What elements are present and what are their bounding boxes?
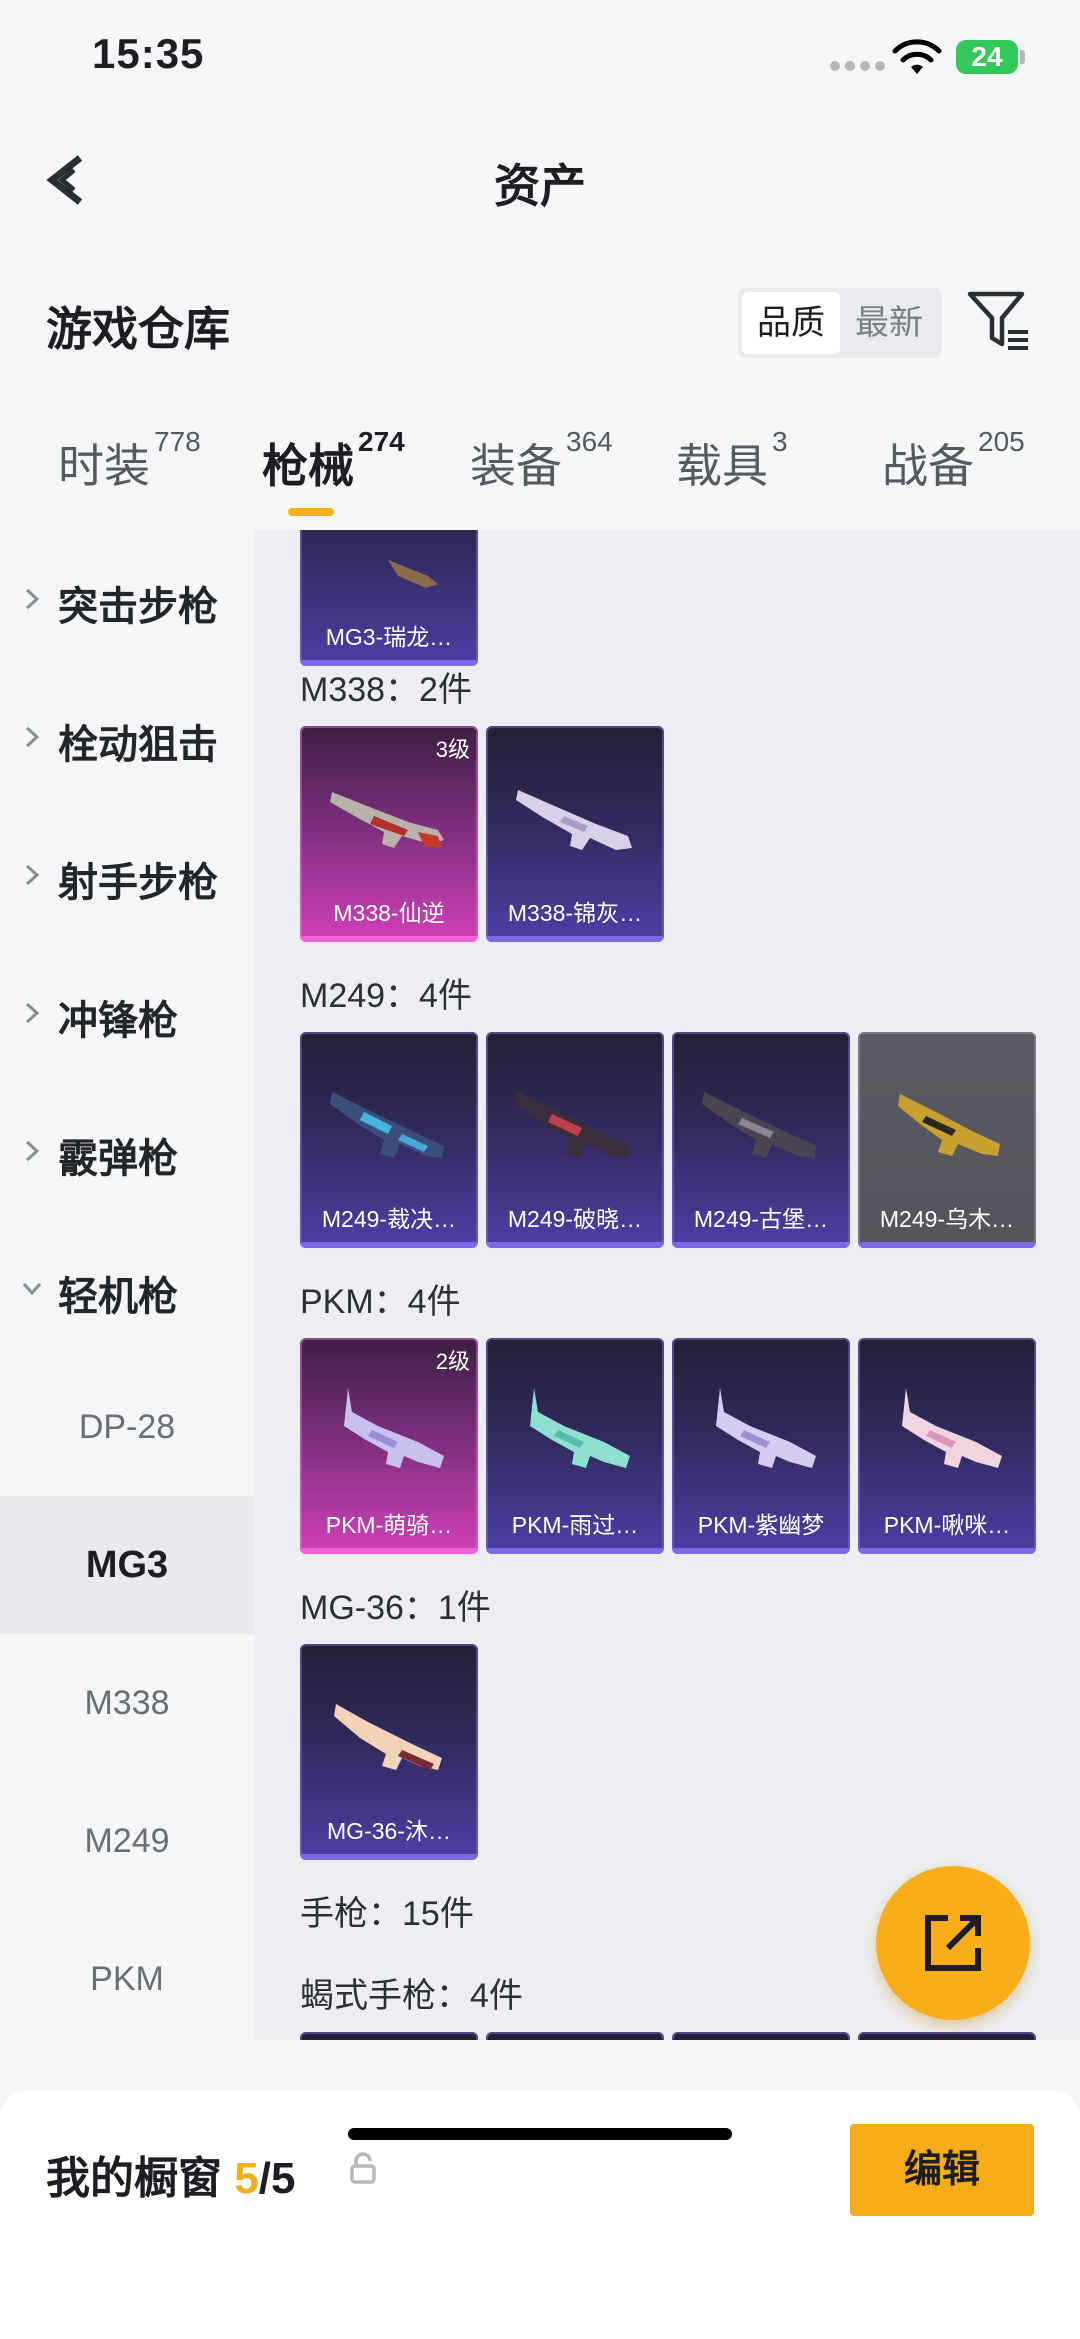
group-label: PKM：4件 <box>300 1283 461 1321</box>
weapon-card[interactable]: PKM-雨过… <box>486 1338 664 1554</box>
sidebar-item-lmg[interactable]: 轻机枪 <box>0 1220 254 1358</box>
sidebar-sub-m338[interactable]: M338 <box>0 1634 254 1772</box>
status-time: 15:35 <box>92 30 205 77</box>
sidebar-item-smg[interactable]: 冲锋枪 <box>0 944 254 1082</box>
sort-toggle[interactable]: 品质 最新 <box>738 288 942 358</box>
weapon-grid: MG3-瑞龙… M338：2件 3级 M338-仙逆 M338-锦灰… M249… <box>254 530 1080 2040</box>
chevron-right-icon <box>25 864 40 886</box>
share-icon <box>925 1915 981 1971</box>
chevron-right-icon <box>25 1002 40 1024</box>
active-tab-indicator <box>288 508 334 516</box>
sidebar-sub-pkm[interactable]: PKM <box>0 1910 254 2048</box>
weapon-card[interactable]: M249-裁决… <box>300 1032 478 1248</box>
weapon-image <box>516 1092 630 1158</box>
sidebar-item-bolt-sniper[interactable]: 栓动狙击 <box>0 668 254 806</box>
sidebar-item-marksman-rifle[interactable]: 射手步枪 <box>0 806 254 944</box>
weapon-image <box>902 1388 1002 1468</box>
showcase-count-current: 5 <box>234 2154 259 2203</box>
weapon-card[interactable]: MG3-瑞龙… <box>300 530 478 666</box>
page-title: 资产 <box>494 160 586 212</box>
tab-equipment[interactable]: 装备 364 <box>470 426 613 496</box>
sidebar-sub-mg3[interactable]: MG3 <box>0 1496 254 1634</box>
weapon-card[interactable] <box>672 2032 850 2040</box>
edit-button[interactable]: 编辑 <box>850 2124 1034 2216</box>
sort-latest-option[interactable]: 最新 <box>840 292 938 354</box>
battery-icon: 24 <box>956 40 1018 74</box>
wifi-icon <box>892 39 942 74</box>
showcase-label: 我的橱窗 5/5 <box>46 2154 296 2203</box>
weapon-image <box>330 792 444 848</box>
chevron-right-icon <box>25 588 40 610</box>
weapon-card[interactable]: M249-乌木… <box>858 1032 1036 1248</box>
tab-firearms[interactable]: 枪械 274 <box>262 426 405 496</box>
group-label: MG-36：1件 <box>300 1589 491 1627</box>
share-button[interactable] <box>876 1866 1030 2020</box>
weapon-card[interactable]: PKM-啾咪… <box>858 1338 1036 1554</box>
chevron-down-icon <box>22 1283 42 1296</box>
weapon-card[interactable] <box>486 2032 664 2040</box>
group-label: 手枪：15件 <box>300 1895 474 1933</box>
group-label: M249：4件 <box>300 977 472 1015</box>
weapon-card[interactable]: PKM-紫幽梦 <box>672 1338 850 1554</box>
sidebar-sub-m249[interactable]: M249 <box>0 1772 254 1910</box>
chevron-right-icon <box>25 726 40 748</box>
group-label: M338：2件 <box>300 671 472 709</box>
group-label: 蝎式手枪：4件 <box>300 1977 523 2015</box>
showcase-count-total: /5 <box>258 2154 296 2203</box>
weapon-image <box>716 1388 816 1468</box>
weapon-card[interactable]: 2级 PKM-萌骑… <box>300 1338 478 1554</box>
status-bar: 15:35 24 <box>0 0 1080 120</box>
weapon-image <box>530 1388 630 1468</box>
weapon-image <box>702 1092 816 1158</box>
category-sidebar: 突击步枪 栓动狙击 射手步枪 冲锋枪 霰弹枪 轻机枪 DP-28 MG3 M33… <box>0 530 254 2040</box>
weapon-image <box>334 1704 442 1770</box>
signal-dots-icon <box>830 58 890 76</box>
home-indicator <box>348 2128 732 2140</box>
filter-icon[interactable] <box>966 288 1032 354</box>
sidebar-item-shotgun[interactable]: 霰弹枪 <box>0 1082 254 1220</box>
weapon-image <box>898 1094 1000 1156</box>
chevron-right-icon <box>25 1140 40 1162</box>
weapon-card[interactable]: M249-破晓… <box>486 1032 664 1248</box>
weapon-card[interactable]: M249-古堡… <box>672 1032 850 1248</box>
category-tabs: 时装 778 枪械 274 装备 364 载具 3 战备 205 <box>0 426 1080 530</box>
weapon-card[interactable]: MG-36-沐… <box>300 1644 478 1860</box>
weapon-image <box>330 1092 444 1158</box>
weapon-image <box>344 1388 444 1468</box>
battery-tip <box>1020 50 1025 64</box>
tab-supplies[interactable]: 战备 205 <box>882 426 1025 496</box>
tab-vehicles[interactable]: 载具 3 <box>676 426 788 496</box>
tab-fashion[interactable]: 时装 778 <box>58 426 201 496</box>
weapon-card[interactable] <box>300 2032 478 2040</box>
weapon-image <box>516 790 632 850</box>
weapon-card[interactable]: M338-锦灰… <box>486 726 664 942</box>
weapon-image <box>388 560 438 588</box>
lock-icon <box>350 2152 376 2184</box>
sort-quality-option[interactable]: 品质 <box>742 292 840 354</box>
weapon-card[interactable]: 3级 M338-仙逆 <box>300 726 478 942</box>
section-title: 游戏仓库 <box>46 303 230 355</box>
sidebar-sub-dp28[interactable]: DP-28 <box>0 1358 254 1496</box>
sidebar-item-assault-rifle[interactable]: 突击步枪 <box>0 530 254 668</box>
weapon-card[interactable] <box>858 2032 1036 2040</box>
